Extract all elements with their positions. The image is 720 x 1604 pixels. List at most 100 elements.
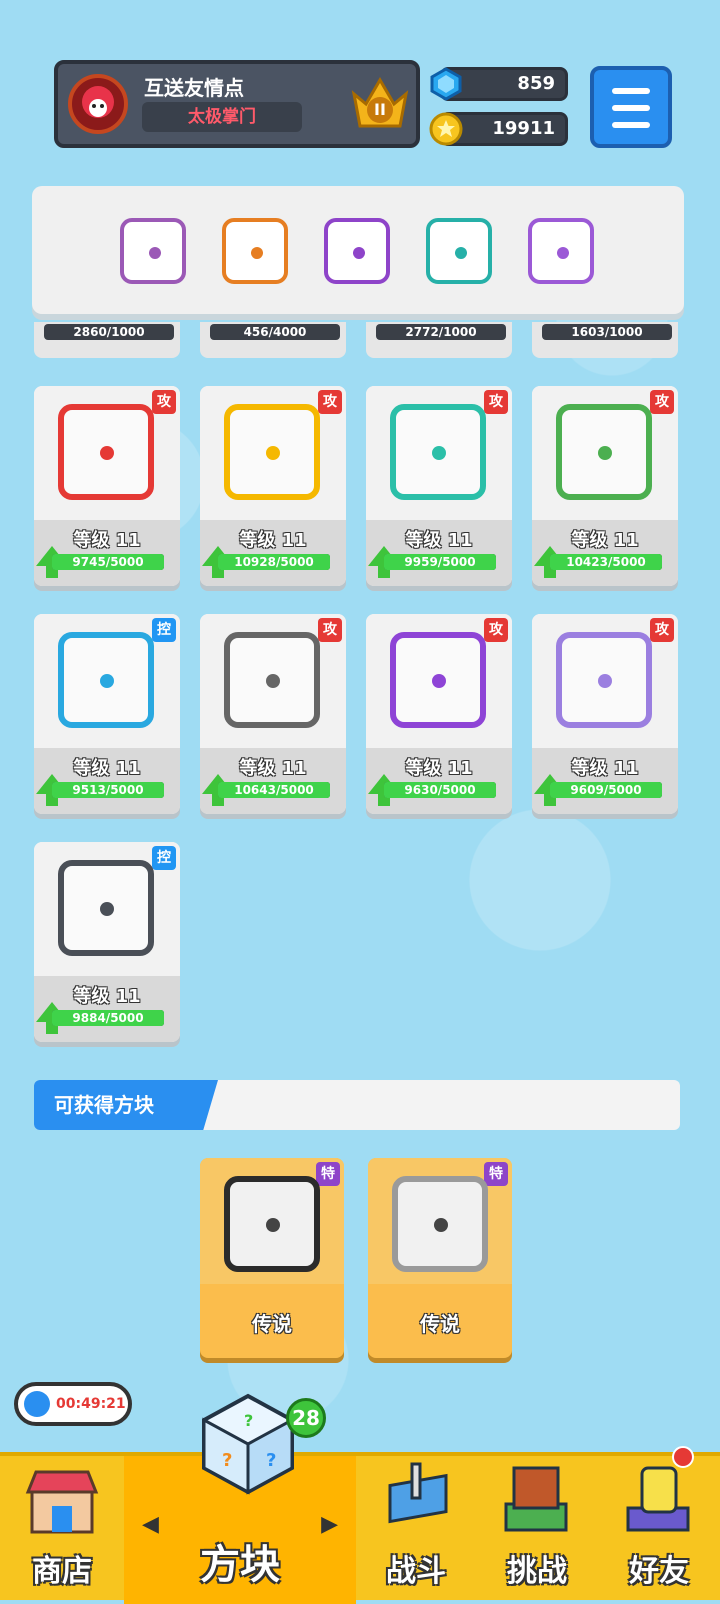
menu-button[interactable] <box>590 66 672 148</box>
card-type-tag: 攻 <box>484 390 508 414</box>
dice-card[interactable]: 攻等级 11 10423/5000 <box>532 386 678 586</box>
card-type-tag: 攻 <box>318 618 342 642</box>
nav-label: 方块 <box>200 1542 280 1588</box>
svg-text:?: ? <box>266 1450 276 1471</box>
partial-card[interactable]: 456/4000 <box>200 322 346 358</box>
deck-slot-saw-blade-icon[interactable] <box>120 218 186 284</box>
card-type-tag: 攻 <box>650 390 674 414</box>
nav-shop[interactable]: 商店 <box>0 1456 124 1604</box>
partial-card[interactable]: 1603/1000 <box>532 322 678 358</box>
ice-dice-icon <box>58 632 154 728</box>
arrows-dice-icon <box>390 632 486 728</box>
partial-card[interactable]: 2860/1000 <box>34 322 180 358</box>
dice-card[interactable]: 攻等级 11 9630/5000 <box>366 614 512 814</box>
card-progress: 2772/1000 <box>376 324 506 340</box>
card-progress-bar: 9630/5000 <box>384 782 496 798</box>
partial-card[interactable]: 2772/1000 <box>366 322 512 358</box>
card-progress: 9884/5000 <box>72 1011 144 1025</box>
gem-counter[interactable]: 859 <box>430 67 568 101</box>
gem-icon <box>430 67 462 101</box>
card-type-tag: 攻 <box>650 618 674 642</box>
notification-dot <box>672 1446 694 1468</box>
fire-dice-icon <box>58 404 154 500</box>
card-type-tag: 攻 <box>152 390 176 414</box>
card-progress-bar: 10643/5000 <box>218 782 330 798</box>
player-avatar[interactable] <box>68 74 128 134</box>
avatar-character-icon <box>82 86 114 118</box>
nav-friends[interactable]: 好友 <box>598 1456 720 1604</box>
rank-crown-icon[interactable]: II <box>348 72 412 136</box>
nav-label: 挑战 <box>507 1554 567 1589</box>
dice-card[interactable]: 攻等级 11 9609/5000 <box>532 614 678 814</box>
card-progress-bar: 9959/5000 <box>384 554 496 570</box>
nav-label: 战斗 <box>386 1554 446 1589</box>
challenge-icon <box>504 1466 568 1532</box>
legendary-card[interactable]: 特 传说 <box>368 1158 512 1358</box>
card-progress: 9959/5000 <box>404 555 476 569</box>
gem-count: 859 <box>517 73 555 94</box>
rank-label: II <box>374 100 386 119</box>
dice-card[interactable]: 控等级 11 9884/5000 <box>34 842 180 1042</box>
rarity-label: 传说 <box>420 1312 460 1336</box>
deck-slot-cracked-icon[interactable] <box>528 218 594 284</box>
hamburger-line-icon <box>612 88 650 94</box>
available-dice-header: 可获得方块 <box>34 1080 680 1130</box>
card-progress: 10423/5000 <box>566 555 646 569</box>
coin-counter[interactable]: 19911 <box>429 112 568 146</box>
player-profile-panel[interactable]: 互送友情点 太极掌门 II <box>54 60 420 148</box>
shop-icon <box>25 1470 99 1534</box>
legendary-sun-dice-icon <box>392 1176 488 1272</box>
rarity-label: 传说 <box>252 1312 292 1336</box>
card-type-tag: 控 <box>152 618 176 642</box>
dice-card[interactable]: 攻等级 11 10643/5000 <box>200 614 346 814</box>
card-type-tag: 控 <box>152 846 176 870</box>
card-progress: 10928/5000 <box>234 555 314 569</box>
dice-card[interactable]: 攻等级 11 9745/5000 <box>34 386 180 586</box>
wind-dice-icon <box>390 404 486 500</box>
hamburger-line-icon <box>612 122 650 128</box>
card-progress-bar: 9745/5000 <box>52 554 164 570</box>
available-dice-title: 可获得方块 <box>34 1080 218 1130</box>
poison-dice-icon <box>556 404 652 500</box>
card-progress: 9513/5000 <box>72 783 144 797</box>
card-progress-bar: 10928/5000 <box>218 554 330 570</box>
dice-deck <box>32 186 684 314</box>
dice-count-badge: 28 <box>286 1398 326 1438</box>
nav-battle[interactable]: 战斗 <box>356 1456 476 1604</box>
svg-text:?: ? <box>244 1411 253 1430</box>
special-tag: 特 <box>484 1162 508 1186</box>
legendary-card[interactable]: 特 传说 <box>200 1158 344 1358</box>
card-progress: 10643/5000 <box>234 783 314 797</box>
player-title: 太极掌门 <box>142 102 302 132</box>
card-progress-bar: 9884/5000 <box>52 1010 164 1026</box>
coin-icon <box>429 112 463 146</box>
card-progress: 9609/5000 <box>570 783 642 797</box>
deck-slot-infinity-icon[interactable] <box>222 218 288 284</box>
electric-dice-icon <box>224 404 320 500</box>
deck-slot-spiral-icon[interactable] <box>324 218 390 284</box>
card-progress: 9745/5000 <box>72 555 144 569</box>
svg-text:?: ? <box>222 1450 232 1471</box>
card-progress: 1603/1000 <box>542 324 672 340</box>
gear-dice-icon <box>224 632 320 728</box>
stopwatch-icon <box>24 1391 50 1417</box>
player-name: 互送友情点 <box>144 76 244 100</box>
nav-label: 好友 <box>629 1554 689 1589</box>
nav-challenge[interactable]: 挑战 <box>476 1456 598 1604</box>
event-timer: 00:49:21 <box>14 1382 132 1426</box>
battle-icon <box>388 1462 448 1524</box>
card-progress: 456/4000 <box>210 324 340 340</box>
dice-box-icon: ? ? ? <box>202 1393 294 1495</box>
mystery-dice-icon <box>556 632 652 728</box>
coin-count: 19911 <box>492 118 555 139</box>
card-progress-bar: 9513/5000 <box>52 782 164 798</box>
card-progress: 9630/5000 <box>404 783 476 797</box>
deck-slot-hands-icon[interactable] <box>426 218 492 284</box>
dice-card[interactable]: 攻等级 11 9959/5000 <box>366 386 512 586</box>
card-progress: 2860/1000 <box>44 324 174 340</box>
nav-label: 商店 <box>32 1554 92 1589</box>
dice-card[interactable]: 控等级 11 9513/5000 <box>34 614 180 814</box>
card-progress-bar: 9609/5000 <box>550 782 662 798</box>
dice-card[interactable]: 攻等级 11 10928/5000 <box>200 386 346 586</box>
legendary-flame-dice-icon <box>224 1176 320 1272</box>
